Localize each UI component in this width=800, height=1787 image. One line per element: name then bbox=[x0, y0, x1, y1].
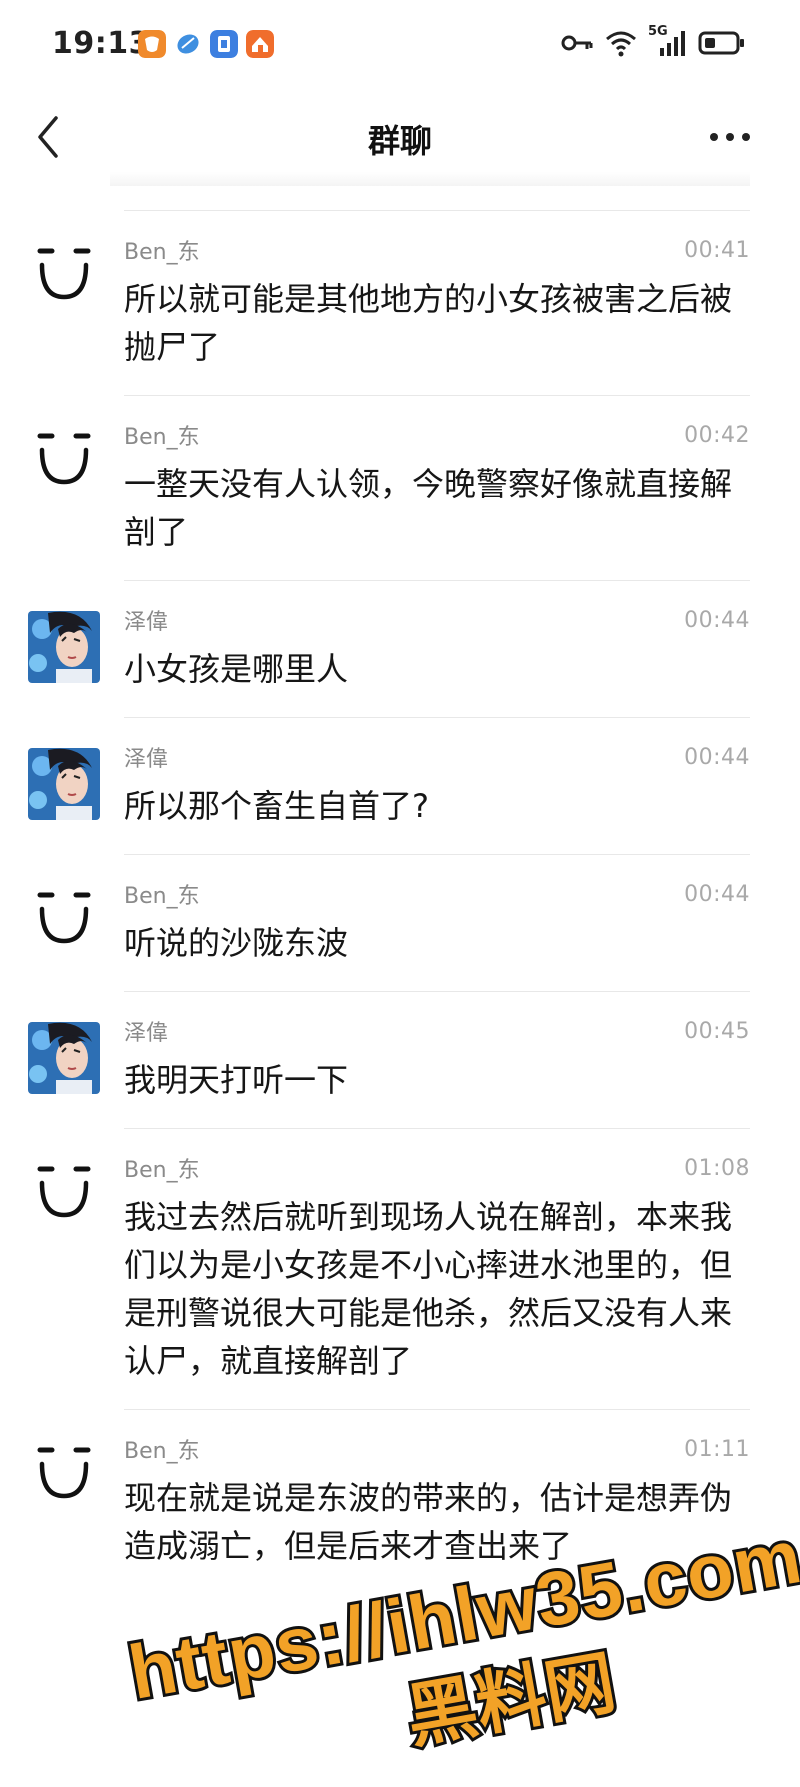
message-item[interactable]: Ben_东 00:44 听说的沙陇东波 bbox=[37, 854, 750, 991]
message-header: Ben_东 00:41 bbox=[124, 233, 750, 267]
avatar[interactable] bbox=[28, 1159, 100, 1231]
watermark-name: 黑料网 bbox=[400, 1641, 621, 1758]
message-header: 泽偉 00:44 bbox=[124, 603, 750, 637]
notification-icons bbox=[138, 30, 274, 58]
message-time: 00:41 bbox=[684, 237, 750, 263]
wifi-icon bbox=[606, 31, 636, 57]
message-item[interactable]: 泽偉 00:45 我明天打听一下 bbox=[28, 991, 750, 1128]
status-time: 19:13 bbox=[52, 26, 150, 61]
message-text: 所以那个畜生自首了? bbox=[124, 787, 429, 825]
avatar[interactable] bbox=[28, 885, 100, 957]
sender-name[interactable]: Ben_东 bbox=[124, 234, 200, 266]
message-time: 01:11 bbox=[684, 1436, 750, 1462]
app-notification-icon bbox=[246, 30, 274, 58]
sender-name[interactable]: Ben_东 bbox=[124, 1152, 200, 1184]
sender-name[interactable]: Ben_东 bbox=[124, 878, 200, 910]
message-item[interactable]: 泽偉 00:44 所以那个畜生自首了? bbox=[28, 717, 750, 854]
face-icon bbox=[37, 433, 91, 485]
key-icon bbox=[561, 35, 593, 51]
avatar-photo bbox=[28, 611, 100, 683]
message-text: 小女孩是哪里人 bbox=[124, 650, 349, 688]
sender-name[interactable]: Ben_东 bbox=[124, 1433, 200, 1465]
face-icon bbox=[37, 248, 91, 300]
message-item[interactable]: Ben_东 00:41 所以就可能是其他地方的小女孩被害之后被抛尸了 bbox=[37, 210, 750, 395]
avatar[interactable] bbox=[28, 426, 100, 498]
sender-name[interactable]: 泽偉 bbox=[124, 604, 168, 636]
message-text: 我过去然后就听到现场人说在解剖，本来我们以为是小女孩是不小心摔进水池里的，但是刑… bbox=[124, 1198, 733, 1380]
cut-off-previous-message bbox=[110, 172, 750, 186]
system-icons: 5G bbox=[560, 24, 746, 58]
avatar[interactable] bbox=[28, 1440, 100, 1512]
message-text: 听说的沙陇东波 bbox=[124, 924, 349, 962]
status-bar: 19:13 5G bbox=[0, 0, 800, 92]
message-header: Ben_东 01:11 bbox=[124, 1432, 750, 1466]
message-time: 01:08 bbox=[684, 1155, 750, 1181]
message-text: 一整天没有人认领，今晚警察好像就直接解剖了 bbox=[124, 465, 733, 551]
signal-indicator: 5G bbox=[648, 24, 688, 58]
message-item[interactable]: Ben_东 01:08 我过去然后就听到现场人说在解剖，本来我们以为是小女孩是不小心… bbox=[37, 1128, 750, 1409]
more-options-icon[interactable] bbox=[700, 112, 760, 162]
message-header: Ben_东 00:42 bbox=[124, 418, 750, 452]
avatar[interactable] bbox=[28, 611, 100, 683]
message-time: 00:42 bbox=[684, 422, 750, 448]
avatar-photo bbox=[28, 748, 100, 820]
message-text: 现在就是说是东波的带来的，估计是想弄伪造成溺亡，但是后来才查出来了 bbox=[124, 1479, 733, 1565]
message-time: 00:44 bbox=[684, 744, 750, 770]
face-icon bbox=[37, 1166, 91, 1218]
message-item[interactable]: 泽偉 00:44 小女孩是哪里人 bbox=[28, 580, 750, 717]
battery-icon bbox=[698, 31, 744, 55]
app-notification-icon bbox=[210, 30, 238, 58]
message-text: 所以就可能是其他地方的小女孩被害之后被抛尸了 bbox=[124, 280, 733, 366]
avatar-photo bbox=[28, 1022, 100, 1094]
face-icon bbox=[37, 1447, 91, 1499]
message-item[interactable]: Ben_东 00:42 一整天没有人认领，今晚警察好像就直接解剖了 bbox=[37, 395, 750, 580]
message-text: 我明天打听一下 bbox=[124, 1061, 349, 1099]
message-list[interactable]: Ben_东 00:41 所以就可能是其他地方的小女孩被害之后被抛尸了 Ben_东 00:… bbox=[0, 210, 800, 1594]
sender-name[interactable]: 泽偉 bbox=[124, 1015, 168, 1047]
avatar[interactable] bbox=[28, 1022, 100, 1094]
app-notification-icon bbox=[177, 34, 199, 54]
avatar[interactable] bbox=[28, 241, 100, 313]
sender-name[interactable]: Ben_东 bbox=[124, 419, 200, 451]
message-header: 泽偉 00:44 bbox=[124, 740, 750, 774]
message-header: Ben_东 01:08 bbox=[124, 1151, 750, 1185]
avatar[interactable] bbox=[28, 748, 100, 820]
chat-header: 群聊 bbox=[0, 92, 800, 182]
face-icon bbox=[37, 892, 91, 944]
chat-title: 群聊 bbox=[367, 122, 432, 160]
app-notification-icon bbox=[138, 30, 166, 58]
signal-icon bbox=[660, 31, 685, 56]
message-time: 00:44 bbox=[684, 881, 750, 907]
message-item[interactable]: Ben_东 01:11 现在就是说是东波的带来的，估计是想弄伪造成溺亡，但是后来才查… bbox=[37, 1409, 750, 1594]
message-header: Ben_东 00:44 bbox=[124, 877, 750, 911]
message-time: 00:44 bbox=[684, 607, 750, 633]
sender-name[interactable]: 泽偉 bbox=[124, 741, 168, 773]
message-time: 00:45 bbox=[684, 1018, 750, 1044]
message-header: 泽偉 00:45 bbox=[124, 1014, 750, 1048]
